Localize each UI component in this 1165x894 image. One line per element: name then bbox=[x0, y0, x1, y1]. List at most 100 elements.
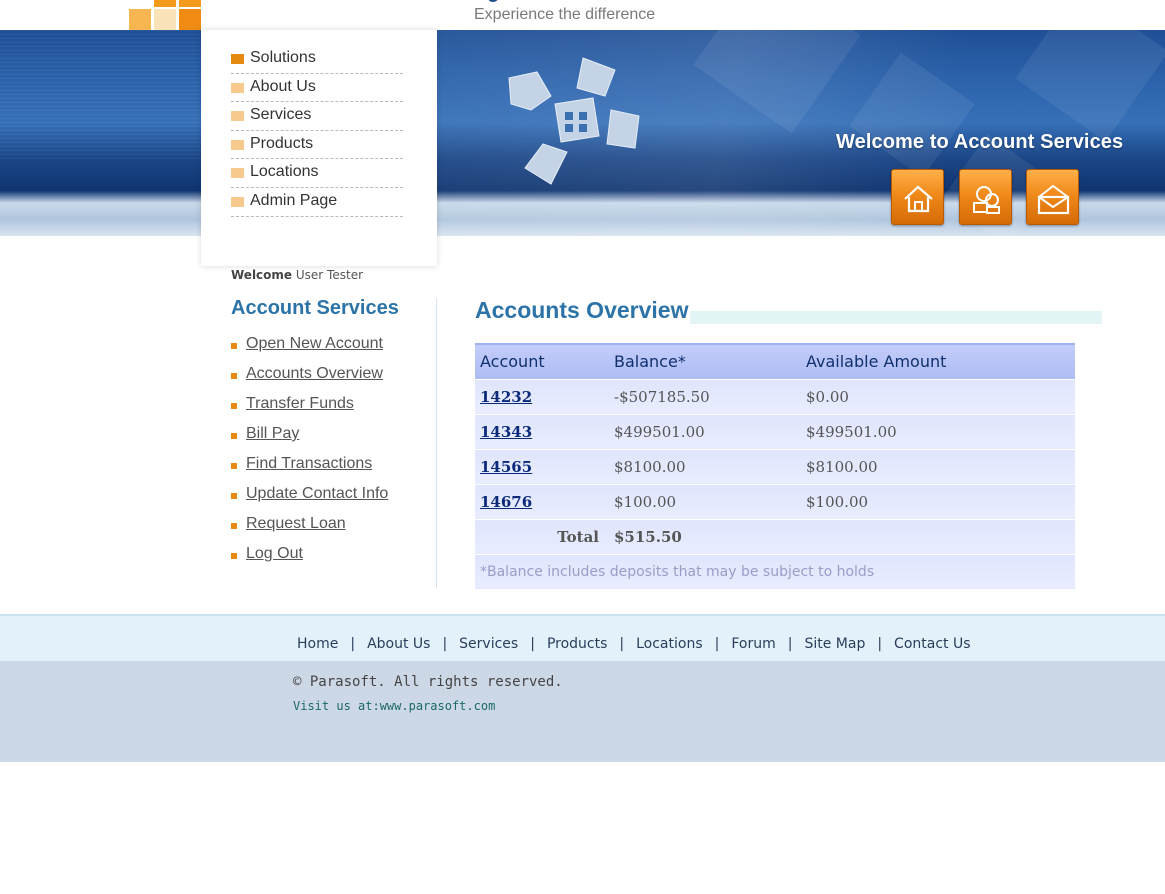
footer-link-about-us[interactable]: About Us bbox=[367, 636, 430, 652]
service-link-find-transactions[interactable]: Find Transactions bbox=[246, 455, 372, 473]
welcome-label: Welcome bbox=[231, 268, 293, 282]
account-cell: 14343 bbox=[475, 413, 609, 449]
footer-separator: | bbox=[714, 636, 720, 652]
account-cell: 14676 bbox=[475, 483, 609, 519]
service-link-open-new-account[interactable]: Open New Account bbox=[246, 335, 383, 353]
balance-cell: $499501.00 bbox=[609, 413, 801, 449]
bullet-icon bbox=[231, 373, 237, 379]
footer-link-locations[interactable]: Locations bbox=[636, 636, 703, 652]
total-label: Total bbox=[475, 518, 609, 554]
total-row: Total $515.50 bbox=[475, 518, 1075, 554]
footer-bottom bbox=[0, 661, 1165, 762]
bullet-icon bbox=[231, 493, 237, 499]
footer-separator: | bbox=[350, 636, 356, 652]
bullet-icon bbox=[231, 433, 237, 439]
nav-label: Locations bbox=[250, 163, 319, 181]
footer-link-products[interactable]: Products bbox=[547, 636, 607, 652]
column-header-available: Available Amount bbox=[801, 343, 1075, 379]
top-nav: Solutions About Us Services Products Locatio… bbox=[231, 45, 403, 217]
account-link[interactable]: 14565 bbox=[480, 458, 532, 476]
balance-cell: $8100.00 bbox=[609, 448, 801, 484]
mail-icon bbox=[1037, 184, 1070, 215]
nav-label: Admin Page bbox=[250, 191, 338, 209]
column-divider bbox=[436, 298, 437, 588]
bullet-icon bbox=[231, 343, 237, 349]
home-button[interactable] bbox=[891, 169, 944, 225]
note-row: *Balance includes deposits that may be s… bbox=[475, 553, 1075, 589]
table-row: 14232 -$507185.50 $0.00 bbox=[475, 378, 1075, 414]
bullet-icon bbox=[231, 403, 237, 409]
table-header-row: Account Balance* Available Amount bbox=[475, 343, 1075, 379]
nav-item-services[interactable]: Services bbox=[231, 102, 403, 131]
bullet-icon bbox=[231, 463, 237, 469]
footer-separator: | bbox=[877, 636, 883, 652]
footer-link-contact-us[interactable]: Contact Us bbox=[894, 636, 970, 652]
nav-bullet-icon bbox=[231, 54, 244, 64]
nav-item-about-us[interactable]: About Us bbox=[231, 74, 403, 103]
footer-separator: | bbox=[787, 636, 793, 652]
balance-note: *Balance includes deposits that may be s… bbox=[475, 553, 1075, 589]
footer-separator: | bbox=[619, 636, 625, 652]
nav-item-products[interactable]: Products bbox=[231, 131, 403, 160]
balance-cell: $100.00 bbox=[609, 483, 801, 519]
band-stripes bbox=[0, 30, 200, 160]
bullet-icon bbox=[231, 523, 237, 529]
available-cell: $0.00 bbox=[801, 378, 1075, 414]
contacts-icon bbox=[973, 186, 1000, 214]
nav-label: About Us bbox=[250, 77, 316, 95]
service-link-transfer-funds[interactable]: Transfer Funds bbox=[246, 395, 354, 413]
logo-mark bbox=[488, 0, 498, 2]
logo-squares bbox=[129, 0, 202, 30]
footer-separator: | bbox=[530, 636, 535, 652]
nav-bullet-icon bbox=[231, 111, 244, 122]
account-link[interactable]: 14232 bbox=[480, 388, 532, 406]
service-link-request-loan[interactable]: Request Loan bbox=[246, 515, 346, 533]
footer-separator: | bbox=[442, 636, 448, 652]
mail-button[interactable] bbox=[1026, 169, 1079, 225]
account-cell: 14232 bbox=[475, 378, 609, 414]
emblem-icon bbox=[508, 57, 640, 185]
total-value: $515.50 bbox=[609, 518, 801, 554]
table-row: 14565 $8100.00 $8100.00 bbox=[475, 448, 1075, 484]
nav-item-locations[interactable]: Locations bbox=[231, 159, 403, 188]
contacts-button[interactable] bbox=[959, 169, 1012, 225]
account-cell: 14565 bbox=[475, 448, 609, 484]
copyright: © Parasoft. All rights reserved. bbox=[293, 674, 563, 690]
visit-link[interactable]: Visit us at:www.parasoft.com bbox=[293, 699, 495, 713]
welcome-line: Welcome User Tester bbox=[231, 268, 363, 282]
account-link[interactable]: 14676 bbox=[480, 493, 532, 511]
nav-item-admin-page[interactable]: Admin Page bbox=[231, 188, 403, 217]
footer-links: Home | About Us | Services | Products | Location… bbox=[297, 636, 971, 652]
nav-bullet-icon bbox=[231, 139, 244, 150]
available-cell: $100.00 bbox=[801, 483, 1075, 519]
service-link-bill-pay[interactable]: Bill Pay bbox=[246, 425, 299, 443]
bullet-icon bbox=[231, 553, 237, 559]
column-header-account: Account bbox=[475, 343, 609, 379]
service-link-accounts-overview[interactable]: Accounts Overview bbox=[246, 365, 383, 383]
table-row: 14343 $499501.00 $499501.00 bbox=[475, 413, 1075, 449]
available-cell: $8100.00 bbox=[801, 448, 1075, 484]
nav-bullet-icon bbox=[231, 168, 244, 179]
user-name: User Tester bbox=[295, 268, 364, 282]
accounts-table: Account Balance* Available Amount 14232 -… bbox=[475, 343, 1075, 589]
account-link[interactable]: 14343 bbox=[480, 423, 532, 441]
footer-link-home[interactable]: Home bbox=[297, 636, 338, 652]
nav-label: Solutions bbox=[250, 49, 316, 66]
nav-bullet-icon bbox=[231, 196, 244, 207]
tagline: Experience the difference bbox=[474, 6, 656, 23]
total-empty-cell bbox=[801, 518, 1075, 554]
nav-item-solutions[interactable]: Solutions bbox=[231, 45, 403, 74]
footer-link-services[interactable]: Services bbox=[459, 636, 518, 652]
hero-welcome-title: Welcome to Account Services bbox=[836, 131, 1124, 153]
service-link-update-contact-info[interactable]: Update Contact Info bbox=[246, 485, 388, 503]
nav-label: Products bbox=[250, 134, 314, 152]
column-header-balance: Balance* bbox=[609, 343, 801, 379]
table-row: 14676 $100.00 $100.00 bbox=[475, 483, 1075, 519]
available-cell: $499501.00 bbox=[801, 413, 1075, 449]
service-link-log-out[interactable]: Log Out bbox=[246, 545, 303, 563]
nav-label: Services bbox=[250, 106, 312, 124]
footer-link-forum[interactable]: Forum bbox=[731, 636, 775, 652]
balance-cell: -$507185.50 bbox=[609, 378, 801, 414]
footer-link-site-map[interactable]: Site Map bbox=[804, 636, 865, 652]
home-icon bbox=[904, 185, 933, 213]
